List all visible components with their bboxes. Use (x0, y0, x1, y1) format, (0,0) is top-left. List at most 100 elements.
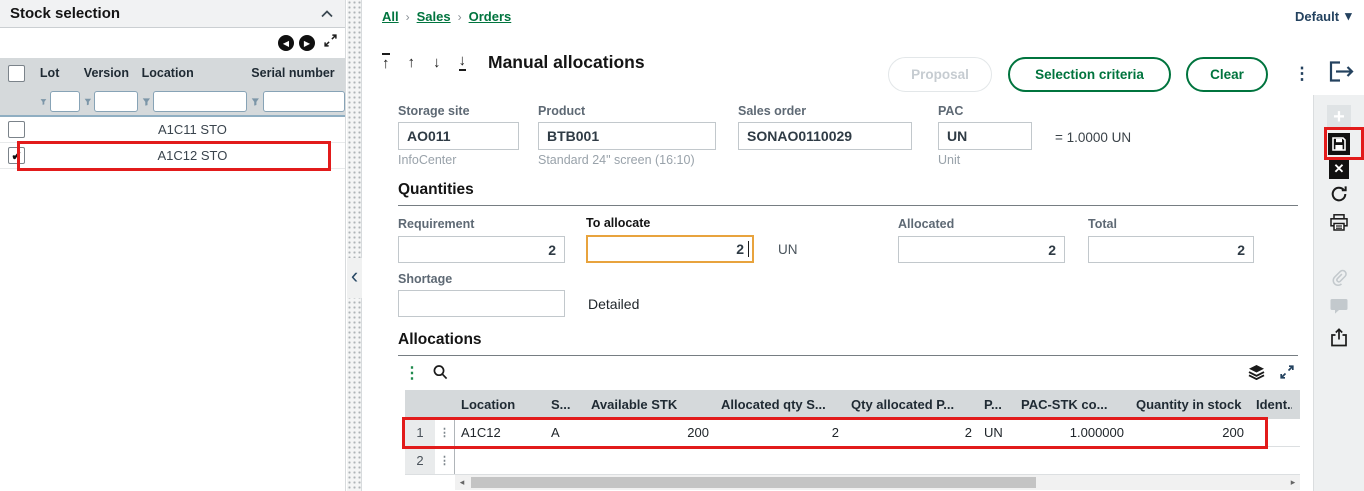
total-field[interactable] (1088, 236, 1254, 263)
grid-actions-icon[interactable]: ⋮ (404, 363, 420, 383)
pac-label: PAC (938, 104, 964, 118)
pac-field[interactable] (938, 122, 1032, 150)
storage-site-field[interactable] (398, 122, 519, 150)
caret-down-icon: ▾ (1345, 8, 1352, 23)
scroll-left-icon[interactable]: ◂ (455, 477, 469, 488)
cell-available-stk[interactable]: 200 (585, 425, 715, 440)
exit-icon[interactable] (1328, 60, 1354, 88)
filter-location-input[interactable] (153, 91, 248, 112)
horizontal-scrollbar[interactable]: ◂ ▸ (455, 475, 1300, 490)
previous-record-icon[interactable]: ↑ (408, 55, 416, 70)
collapse-left-icon[interactable]: ‹ (347, 258, 362, 298)
next-record-icon[interactable]: ↓ (433, 55, 441, 70)
action-sidebar: + ✕ (1313, 95, 1364, 491)
requirement-field[interactable] (398, 236, 565, 263)
col-location[interactable]: Location (455, 397, 545, 412)
requirement-label: Requirement (398, 217, 475, 231)
stock-panel-toolbar: ◀ ▶ (0, 28, 345, 58)
grid-search-icon[interactable] (432, 364, 448, 385)
cell-s[interactable]: A (545, 425, 585, 440)
breadcrumb-sales[interactable]: Sales (417, 9, 451, 24)
last-record-icon[interactable]: ↓ (458, 53, 466, 71)
more-actions-icon[interactable]: ⋮ (1292, 59, 1312, 91)
column-header-version[interactable]: Version (80, 66, 138, 80)
filter-version-input[interactable] (94, 91, 138, 112)
comment-icon[interactable] (1330, 298, 1348, 314)
cancel-icon[interactable]: ✕ (1329, 159, 1349, 179)
allocations-heading: Allocations (398, 331, 482, 348)
col-allocated-qty[interactable]: Allocated qty S... (715, 397, 845, 412)
panel-splitter[interactable]: ‹ (347, 0, 362, 491)
sales-order-field[interactable] (738, 122, 912, 150)
filter-lot-input[interactable] (49, 91, 80, 112)
row-checkbox[interactable] (8, 121, 25, 138)
create-icon[interactable]: + (1327, 105, 1351, 129)
shortage-field[interactable] (398, 290, 565, 317)
next-page-icon[interactable]: ▶ (299, 35, 315, 51)
expand-panel-icon[interactable] (324, 34, 337, 52)
col-s[interactable]: S... (545, 397, 585, 412)
stock-row-a1c12[interactable]: ✔ A1C12 STO (0, 143, 345, 169)
clear-button[interactable]: Clear (1186, 57, 1268, 92)
row-actions-icon[interactable]: ⋮ (435, 419, 455, 446)
shortage-label: Shortage (398, 272, 453, 286)
product-field[interactable] (538, 122, 716, 150)
allocated-field[interactable] (898, 236, 1065, 263)
to-allocate-label: To allocate (586, 216, 651, 230)
cell-p[interactable]: UN (978, 425, 1015, 440)
scroll-right-icon[interactable]: ▸ (1286, 477, 1300, 488)
proposal-button[interactable]: Proposal (888, 57, 992, 92)
scrollbar-thumb[interactable] (471, 477, 1036, 488)
stock-grid-header: Lot Version Location Serial number (0, 58, 345, 88)
manual-allocations-page: All › Sales › Orders Default ▾ ↑ ↑ ↓ ↓ M… (362, 0, 1364, 491)
print-icon[interactable] (1330, 214, 1348, 231)
to-allocate-field[interactable] (586, 235, 754, 263)
to-allocate-unit: UN (778, 242, 798, 257)
col-qty-in-stock[interactable]: Quantity in stock (1130, 397, 1250, 412)
profile-selector[interactable]: Default ▾ (1295, 8, 1352, 24)
cell-qty-in-stock[interactable]: 200 (1130, 425, 1250, 440)
column-header-location[interactable]: Location (138, 66, 248, 80)
stock-row-a1c11[interactable]: A1C11 STO (0, 117, 345, 143)
cell-location: A1C11 STO (158, 122, 227, 137)
stock-grid-filter-row (0, 88, 345, 117)
column-header-serial[interactable]: Serial number (247, 66, 345, 80)
previous-page-icon[interactable]: ◀ (278, 35, 294, 51)
breadcrumb-orders[interactable]: Orders (469, 9, 512, 24)
attachment-icon[interactable] (1330, 269, 1348, 287)
detailed-label: Detailed (588, 296, 640, 312)
cell-qty-allocated[interactable]: 2 (845, 425, 978, 440)
filter-funnel-icon (40, 98, 47, 105)
column-header-lot[interactable]: Lot (33, 66, 80, 80)
col-pac-stk[interactable]: PAC-STK co... (1015, 397, 1130, 412)
grid-expand-icon[interactable] (1280, 365, 1294, 384)
row-actions-icon[interactable]: ⋮ (435, 447, 455, 474)
scrollbar-track[interactable] (469, 475, 1286, 490)
col-p[interactable]: P... (978, 397, 1015, 412)
share-icon[interactable] (1330, 328, 1348, 347)
selection-criteria-button[interactable]: Selection criteria (1008, 57, 1171, 92)
total-label: Total (1088, 217, 1117, 231)
breadcrumb-all[interactable]: All (382, 9, 399, 24)
collapse-panel-icon[interactable] (321, 5, 333, 23)
cell-location: A1C12 STO (157, 148, 228, 163)
product-label: Product (538, 104, 586, 118)
allocations-grid-header: Location S... Available STK Allocated qt… (405, 390, 1300, 419)
allocation-row-1[interactable]: 1 ⋮ A1C12 A 200 2 2 UN 1.000000 200 (405, 419, 1300, 447)
stock-selection-header: Stock selection (0, 0, 345, 28)
cell-pac-stk[interactable]: 1.000000 (1015, 425, 1130, 440)
cell-allocated-qty[interactable]: 2 (715, 425, 845, 440)
col-qty-allocated[interactable]: Qty allocated P... (845, 397, 978, 412)
select-all-checkbox[interactable] (8, 64, 25, 82)
first-record-icon[interactable]: ↑ (382, 53, 390, 71)
cell-location[interactable]: A1C12 (455, 425, 545, 440)
allocation-row-2[interactable]: 2 ⋮ (405, 447, 1300, 475)
breadcrumb-separator: › (405, 9, 410, 24)
grid-layers-icon[interactable] (1248, 365, 1265, 385)
filter-serial-input[interactable] (262, 91, 345, 112)
col-available-stk[interactable]: Available STK (585, 397, 715, 412)
col-ident[interactable]: Ident... (1250, 397, 1292, 412)
refresh-icon[interactable] (1330, 185, 1348, 203)
row-checkbox-checked[interactable]: ✔ (8, 147, 25, 164)
save-icon[interactable] (1328, 133, 1350, 155)
